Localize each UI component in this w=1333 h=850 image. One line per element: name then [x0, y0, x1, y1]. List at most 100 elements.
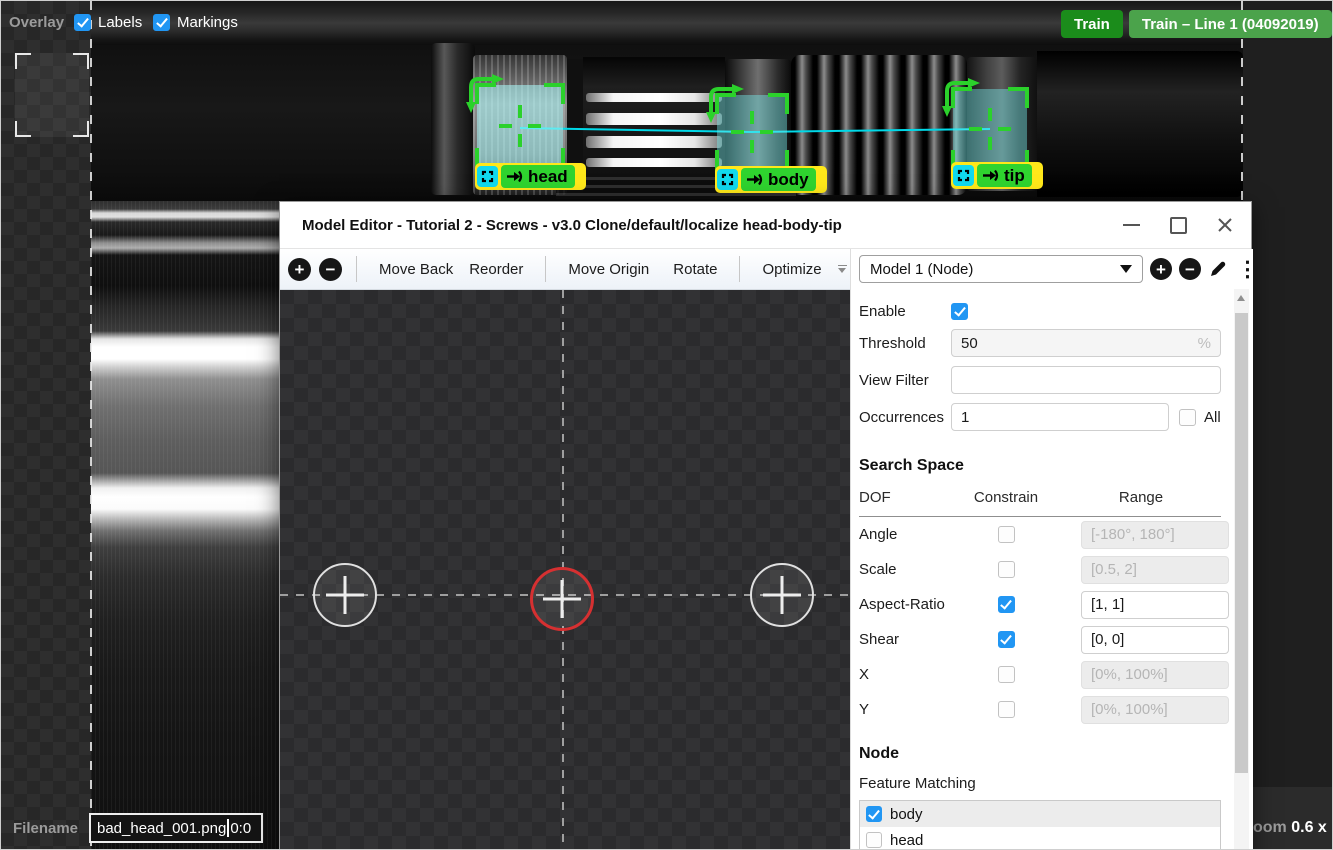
view-filter-input[interactable] — [951, 366, 1221, 394]
assign-arrow-icon — [982, 169, 999, 182]
annotation-text: head — [528, 166, 568, 187]
move-back-button[interactable]: Move Back — [371, 261, 461, 278]
annotation-label-body[interactable]: body — [715, 166, 827, 193]
kebab-menu-icon[interactable]: ⋮ — [1235, 259, 1253, 280]
view-filter-label: View Filter — [859, 372, 951, 389]
reorder-button[interactable]: Reorder — [469, 261, 531, 278]
enable-checkbox[interactable] — [951, 303, 968, 320]
threshold-label: Threshold — [859, 335, 951, 352]
dialog-titlebar[interactable]: Model Editor - Tutorial 2 - Screws - v3.… — [280, 202, 1251, 249]
feature-row-head[interactable]: head — [860, 827, 1220, 850]
model-canvas[interactable] — [280, 290, 850, 850]
range-input: [0%, 100%] — [1081, 661, 1229, 689]
region-icon — [953, 165, 974, 186]
occurrences-label: Occurrences — [859, 409, 951, 426]
dof-label: Scale — [859, 561, 951, 578]
rotate-handle-icon[interactable] — [704, 82, 746, 124]
threshold-value: 50 — [961, 335, 978, 352]
all-checkbox[interactable] — [1179, 409, 1196, 426]
threshold-input[interactable]: 50 % — [951, 329, 1221, 357]
markings-checkbox[interactable] — [153, 14, 170, 31]
corner-bracket-icon — [73, 121, 89, 137]
add-model-button[interactable]: + — [1150, 258, 1172, 280]
toolbar-overflow-icon[interactable] — [838, 265, 847, 274]
constrain-checkbox[interactable] — [998, 631, 1015, 648]
rotate-handle-icon[interactable] — [464, 72, 506, 114]
range-input: [0.5, 2] — [1081, 556, 1229, 584]
annotation-box-head[interactable] — [477, 85, 563, 167]
zoom-prefix: oom — [1253, 819, 1287, 836]
panel-content: Enable Threshold 50 % View Filter — [859, 289, 1221, 850]
train-button[interactable]: Train — [1061, 10, 1123, 38]
occurrences-value: 1 — [961, 409, 969, 426]
feature-checkbox[interactable] — [866, 806, 882, 822]
annotation-text: tip — [1004, 165, 1025, 186]
annotation-label-head[interactable]: head — [475, 163, 586, 190]
origin-marker-left[interactable] — [313, 563, 377, 627]
range-value: [0%, 100%] — [1091, 701, 1168, 718]
app-window: head body tip Overlay Labels — [0, 0, 1333, 850]
image-left-strip — [91, 201, 279, 850]
dialog-toolbar: + − Move Back Reorder Move Origin Rotate… — [280, 249, 850, 290]
annotation-box-tip[interactable] — [953, 89, 1027, 169]
constrain-checkbox[interactable] — [998, 596, 1015, 613]
range-value: [0.5, 2] — [1091, 561, 1137, 578]
zoom-in-button[interactable]: + — [288, 258, 311, 281]
range-input[interactable]: [0, 0] — [1081, 626, 1229, 654]
feature-list: body head — [859, 800, 1221, 850]
search-space-row-y: Y [0%, 100%] — [859, 692, 1221, 727]
search-space-row-x: X [0%, 100%] — [859, 657, 1221, 692]
range-value: [1, 1] — [1091, 596, 1124, 613]
labels-checkbox[interactable] — [74, 14, 91, 31]
zoom-out-button[interactable]: − — [319, 258, 342, 281]
labels-checkbox-label: Labels — [98, 14, 142, 31]
dof-label: X — [859, 666, 951, 683]
constrain-checkbox[interactable] — [998, 666, 1015, 683]
rotate-handle-icon[interactable] — [940, 76, 982, 118]
toolbar-divider — [545, 256, 546, 282]
scroll-up-icon[interactable] — [1237, 295, 1245, 301]
range-input[interactable]: [1, 1] — [1081, 591, 1229, 619]
text-caret — [227, 819, 229, 837]
annotation-label-tip[interactable]: tip — [951, 162, 1043, 189]
model-select[interactable]: Model 1 (Node) — [859, 255, 1143, 283]
assign-arrow-icon — [746, 173, 763, 186]
range-value: [0, 0] — [1091, 631, 1124, 648]
optimize-button[interactable]: Optimize — [754, 261, 829, 278]
overlay-label: Overlay — [9, 14, 64, 31]
train-line-button[interactable]: Train – Line 1 (04092019) — [1129, 10, 1332, 38]
maximize-icon[interactable] — [1170, 217, 1187, 234]
feature-checkbox[interactable] — [866, 832, 882, 848]
origin-marker-right[interactable] — [750, 563, 814, 627]
scroll-thumb[interactable] — [1235, 313, 1248, 773]
left-transparent-column — [1, 1, 91, 850]
all-label: All — [1204, 409, 1221, 426]
edit-pencil-icon[interactable] — [1208, 259, 1228, 279]
minimize-icon[interactable] — [1123, 224, 1140, 226]
annotation-text: body — [768, 169, 809, 190]
remove-model-button[interactable]: − — [1179, 258, 1201, 280]
search-space-row-scale: Scale [0.5, 2] — [859, 552, 1221, 587]
enable-label: Enable — [859, 303, 951, 320]
corner-bracket-icon — [73, 53, 89, 69]
move-origin-button[interactable]: Move Origin — [560, 261, 657, 278]
feature-row-body[interactable]: body — [860, 801, 1220, 827]
rotate-button[interactable]: Rotate — [665, 261, 725, 278]
search-space-row-angle: Angle [-180°, 180°] — [859, 517, 1221, 552]
feature-label: body — [890, 806, 923, 823]
constrain-checkbox[interactable] — [998, 561, 1015, 578]
model-editor-dialog: Model Editor - Tutorial 2 - Screws - v3.… — [279, 201, 1252, 850]
template-region-box[interactable] — [15, 53, 89, 137]
constrain-checkbox[interactable] — [998, 526, 1015, 543]
origin-marker-selected[interactable] — [530, 567, 594, 631]
close-icon[interactable] — [1217, 217, 1233, 233]
occurrences-input[interactable]: 1 — [951, 403, 1169, 431]
annotation-box-body[interactable] — [717, 95, 787, 169]
region-icon — [477, 166, 498, 187]
filename-field[interactable]: bad_head_001.png 0:0 — [89, 813, 263, 843]
model-selector-row: Model 1 (Node) + − ⋮ — [859, 255, 1253, 283]
panel-scrollbar[interactable] — [1234, 289, 1249, 850]
threshold-unit: % — [1198, 335, 1211, 352]
constrain-checkbox[interactable] — [998, 701, 1015, 718]
search-space-header-row: DOF Constrain Range — [859, 489, 1221, 506]
